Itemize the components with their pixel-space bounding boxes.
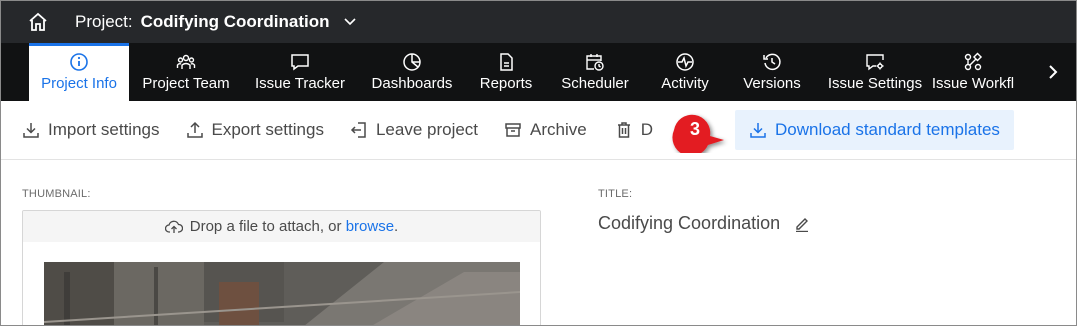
tab-label: Scheduler: [561, 75, 629, 92]
tab-activity[interactable]: Activity: [645, 43, 725, 101]
trash-icon: [615, 121, 633, 139]
tab-label: Reports: [479, 75, 533, 92]
leave-project-button[interactable]: Leave project: [350, 110, 478, 150]
chevron-right-icon: [1049, 65, 1058, 79]
team-icon: [176, 52, 196, 72]
dropzone-header: Drop a file to attach, or browse.: [23, 211, 540, 242]
upload-icon: [186, 121, 204, 139]
project-title-field: Codifying Coordination: [598, 213, 810, 234]
thumbnail-image: [44, 262, 520, 325]
browse-link[interactable]: browse: [346, 218, 394, 235]
thumbnail-dropzone[interactable]: Drop a file to attach, or browse.: [22, 210, 541, 325]
tab-label: Activity: [661, 75, 709, 92]
leave-icon: [350, 121, 368, 139]
cloud-upload-icon: [164, 220, 183, 234]
pie-chart-icon: [402, 52, 422, 72]
step-callout-badge: 3: [669, 107, 724, 157]
delete-project-label: D: [640, 120, 653, 139]
import-settings-button[interactable]: Import settings: [22, 110, 160, 150]
tab-label: Versions: [743, 75, 801, 92]
project-header: Project: Codifying Coordination: [1, 1, 1076, 43]
project-prefix: Project:: [75, 12, 133, 31]
download-standard-templates-label: Download standard templates: [775, 120, 1000, 139]
tab-label: Issue Workfl: [931, 75, 1015, 92]
tab-issue-tracker[interactable]: Issue Tracker: [243, 43, 357, 101]
tab-label: Dashboards: [371, 75, 453, 92]
tab-label: Issue Settings: [827, 75, 923, 92]
project-selector[interactable]: Project: Codifying Coordination: [75, 12, 356, 32]
settings-chat-icon: [865, 52, 885, 72]
title-label: TITLE:: [598, 188, 633, 200]
leave-project-label: Leave project: [375, 120, 479, 139]
archive-button[interactable]: Archive: [504, 110, 587, 150]
thumbnail-label: THUMBNAIL:: [22, 188, 91, 200]
chevron-down-icon: [343, 18, 356, 26]
workflow-icon: [963, 52, 983, 72]
archive-label: Archive: [530, 120, 587, 139]
tab-project-info[interactable]: Project Info: [29, 43, 129, 101]
tab-reports[interactable]: Reports: [467, 43, 545, 101]
home-button[interactable]: [1, 1, 75, 43]
step-number: 3: [689, 119, 700, 139]
app-window: Project: Codifying Coordination Project …: [0, 0, 1077, 326]
dropzone-text: Drop a file to attach, or: [189, 218, 342, 235]
info-icon: [69, 52, 89, 72]
pulse-icon: [675, 52, 695, 72]
calendar-clock-icon: [585, 52, 605, 72]
tab-label: Project Team: [142, 75, 230, 92]
tab-label: Issue Tracker: [254, 75, 346, 92]
export-settings-label: Export settings: [211, 120, 324, 139]
tab-issue-settings[interactable]: Issue Settings: [819, 43, 931, 101]
tab-bar: Project Info Project Team Issue Tracker …: [1, 43, 1076, 101]
chat-icon: [290, 52, 310, 72]
document-icon: [496, 52, 516, 72]
tab-dashboards[interactable]: Dashboards: [357, 43, 467, 101]
project-title-value: Codifying Coordination: [598, 213, 781, 233]
project-name: Codifying Coordination: [140, 12, 330, 31]
browse-suffix: .: [394, 218, 399, 235]
project-actions-toolbar: Import settings Export settings Leave pr…: [1, 101, 1076, 160]
edit-pencil-icon[interactable]: [794, 216, 810, 232]
tab-scheduler[interactable]: Scheduler: [545, 43, 645, 101]
tabs-scroll-right-button[interactable]: [1030, 43, 1076, 101]
delete-project-button[interactable]: D: [615, 110, 653, 150]
tab-project-team[interactable]: Project Team: [129, 43, 243, 101]
download-icon: [22, 121, 40, 139]
download-standard-templates-button[interactable]: Download standard templates: [735, 110, 1014, 150]
export-settings-button[interactable]: Export settings: [186, 110, 324, 150]
tab-versions[interactable]: Versions: [725, 43, 819, 101]
import-settings-label: Import settings: [48, 120, 160, 139]
download-icon: [749, 121, 767, 139]
tab-issue-workflow[interactable]: Issue Workfl: [931, 43, 1015, 101]
tab-label: Project Info: [41, 75, 117, 92]
home-icon: [29, 12, 47, 31]
archive-icon: [504, 121, 522, 139]
history-icon: [762, 52, 782, 72]
